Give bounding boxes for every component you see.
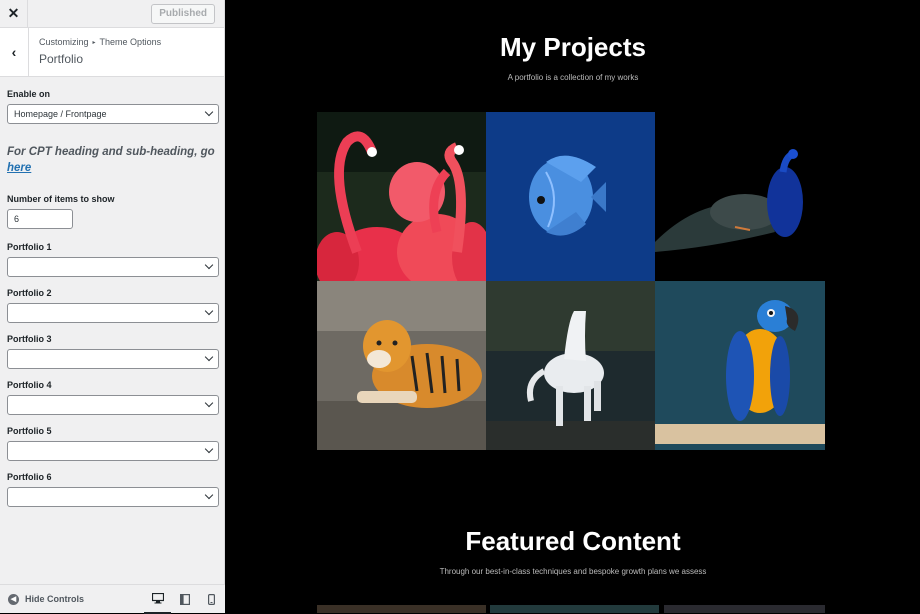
tablet-icon[interactable]	[171, 585, 198, 614]
portfolio-image-white-horse[interactable]	[486, 281, 655, 450]
portfolio-5-select[interactable]	[7, 441, 219, 461]
breadcrumb: Customizing ▸ Theme Options Portfolio	[29, 28, 161, 76]
portfolio-fields: Portfolio 1 Portfolio 2 Portfolio 3 Portfol…	[7, 242, 219, 507]
section-title: Portfolio	[39, 52, 84, 66]
breadcrumb-item: Theme Options	[99, 37, 162, 47]
back-icon[interactable]: ‹	[0, 28, 29, 76]
portfolio-field-label: Portfolio 5	[7, 426, 52, 436]
mobile-icon[interactable]	[198, 585, 225, 614]
portfolio-field-label: Portfolio 6	[7, 472, 52, 482]
chevron-down-icon	[204, 490, 214, 500]
close-icon[interactable]: ✕	[0, 0, 28, 28]
hide-controls-label: Hide Controls	[25, 594, 85, 604]
chevron-down-icon	[204, 306, 214, 316]
enable-on-label: Enable on	[7, 89, 51, 99]
featured-image[interactable]	[317, 605, 486, 613]
portfolio-4-select[interactable]	[7, 395, 219, 415]
portfolio-image-peacock[interactable]	[655, 112, 825, 281]
featured-image[interactable]	[664, 605, 825, 613]
breadcrumb-separator-icon: ▸	[92, 39, 96, 46]
cpt-note: For CPT heading and sub-heading, go here	[7, 144, 217, 176]
hide-controls-button[interactable]: ◀ Hide Controls	[8, 593, 85, 605]
portfolio-image-blue-fish[interactable]	[486, 112, 655, 281]
cpt-note-link[interactable]: here	[7, 162, 31, 174]
featured-subtitle: Through our best-in-class techniques and…	[439, 567, 707, 576]
portfolio-field-label: Portfolio 4	[7, 380, 52, 390]
cpt-note-text: For CPT heading and sub-heading, go	[7, 146, 215, 158]
items-count-input[interactable]: 6	[7, 209, 73, 229]
portfolio-2-select[interactable]	[7, 303, 219, 323]
customizer-topbar: ✕ Published	[0, 0, 224, 28]
projects-title: My Projects	[500, 32, 646, 62]
section-header: ‹ Customizing ▸ Theme Options Portfolio	[0, 28, 224, 77]
projects-subtitle: A portfolio is a collection of my works	[507, 73, 639, 82]
portfolio-image-tiger[interactable]	[317, 281, 486, 450]
controls-list: Enable on Homepage / Frontpage For CPT h…	[0, 77, 224, 507]
portfolio-6-select[interactable]	[7, 487, 219, 507]
portfolio-field-label: Portfolio 1	[7, 242, 52, 252]
portfolio-1-select[interactable]	[7, 257, 219, 277]
customizer-sidebar: ✕ Published ‹ Customizing ▸ Theme Option…	[0, 0, 225, 614]
featured-image[interactable]	[490, 605, 659, 613]
site-preview: My Projects A portfolio is a collection …	[226, 0, 920, 613]
portfolio-image-macaw-parrot[interactable]	[655, 281, 825, 450]
portfolio-field-label: Portfolio 3	[7, 334, 52, 344]
device-switcher	[144, 585, 225, 614]
items-count-label: Number of items to show	[7, 194, 115, 204]
chevron-down-icon	[204, 352, 214, 362]
breadcrumb-item: Customizing	[39, 37, 89, 47]
chevron-down-icon	[204, 260, 214, 270]
desktop-icon[interactable]	[144, 585, 171, 614]
customizer-footer: ◀ Hide Controls	[0, 584, 225, 614]
collapse-arrow-icon: ◀	[8, 593, 19, 605]
enable-on-select[interactable]: Homepage / Frontpage	[7, 104, 219, 124]
portfolio-3-select[interactable]	[7, 349, 219, 369]
portfolio-grid	[317, 112, 825, 450]
enable-on-value: Homepage / Frontpage	[14, 109, 107, 119]
portfolio-image-flamingos[interactable]	[317, 112, 486, 281]
chevron-down-icon	[204, 398, 214, 408]
publish-button[interactable]: Published	[151, 3, 215, 24]
chevron-down-icon	[204, 107, 214, 117]
chevron-down-icon	[204, 444, 214, 454]
portfolio-field-label: Portfolio 2	[7, 288, 52, 298]
featured-title: Featured Content	[465, 526, 681, 556]
